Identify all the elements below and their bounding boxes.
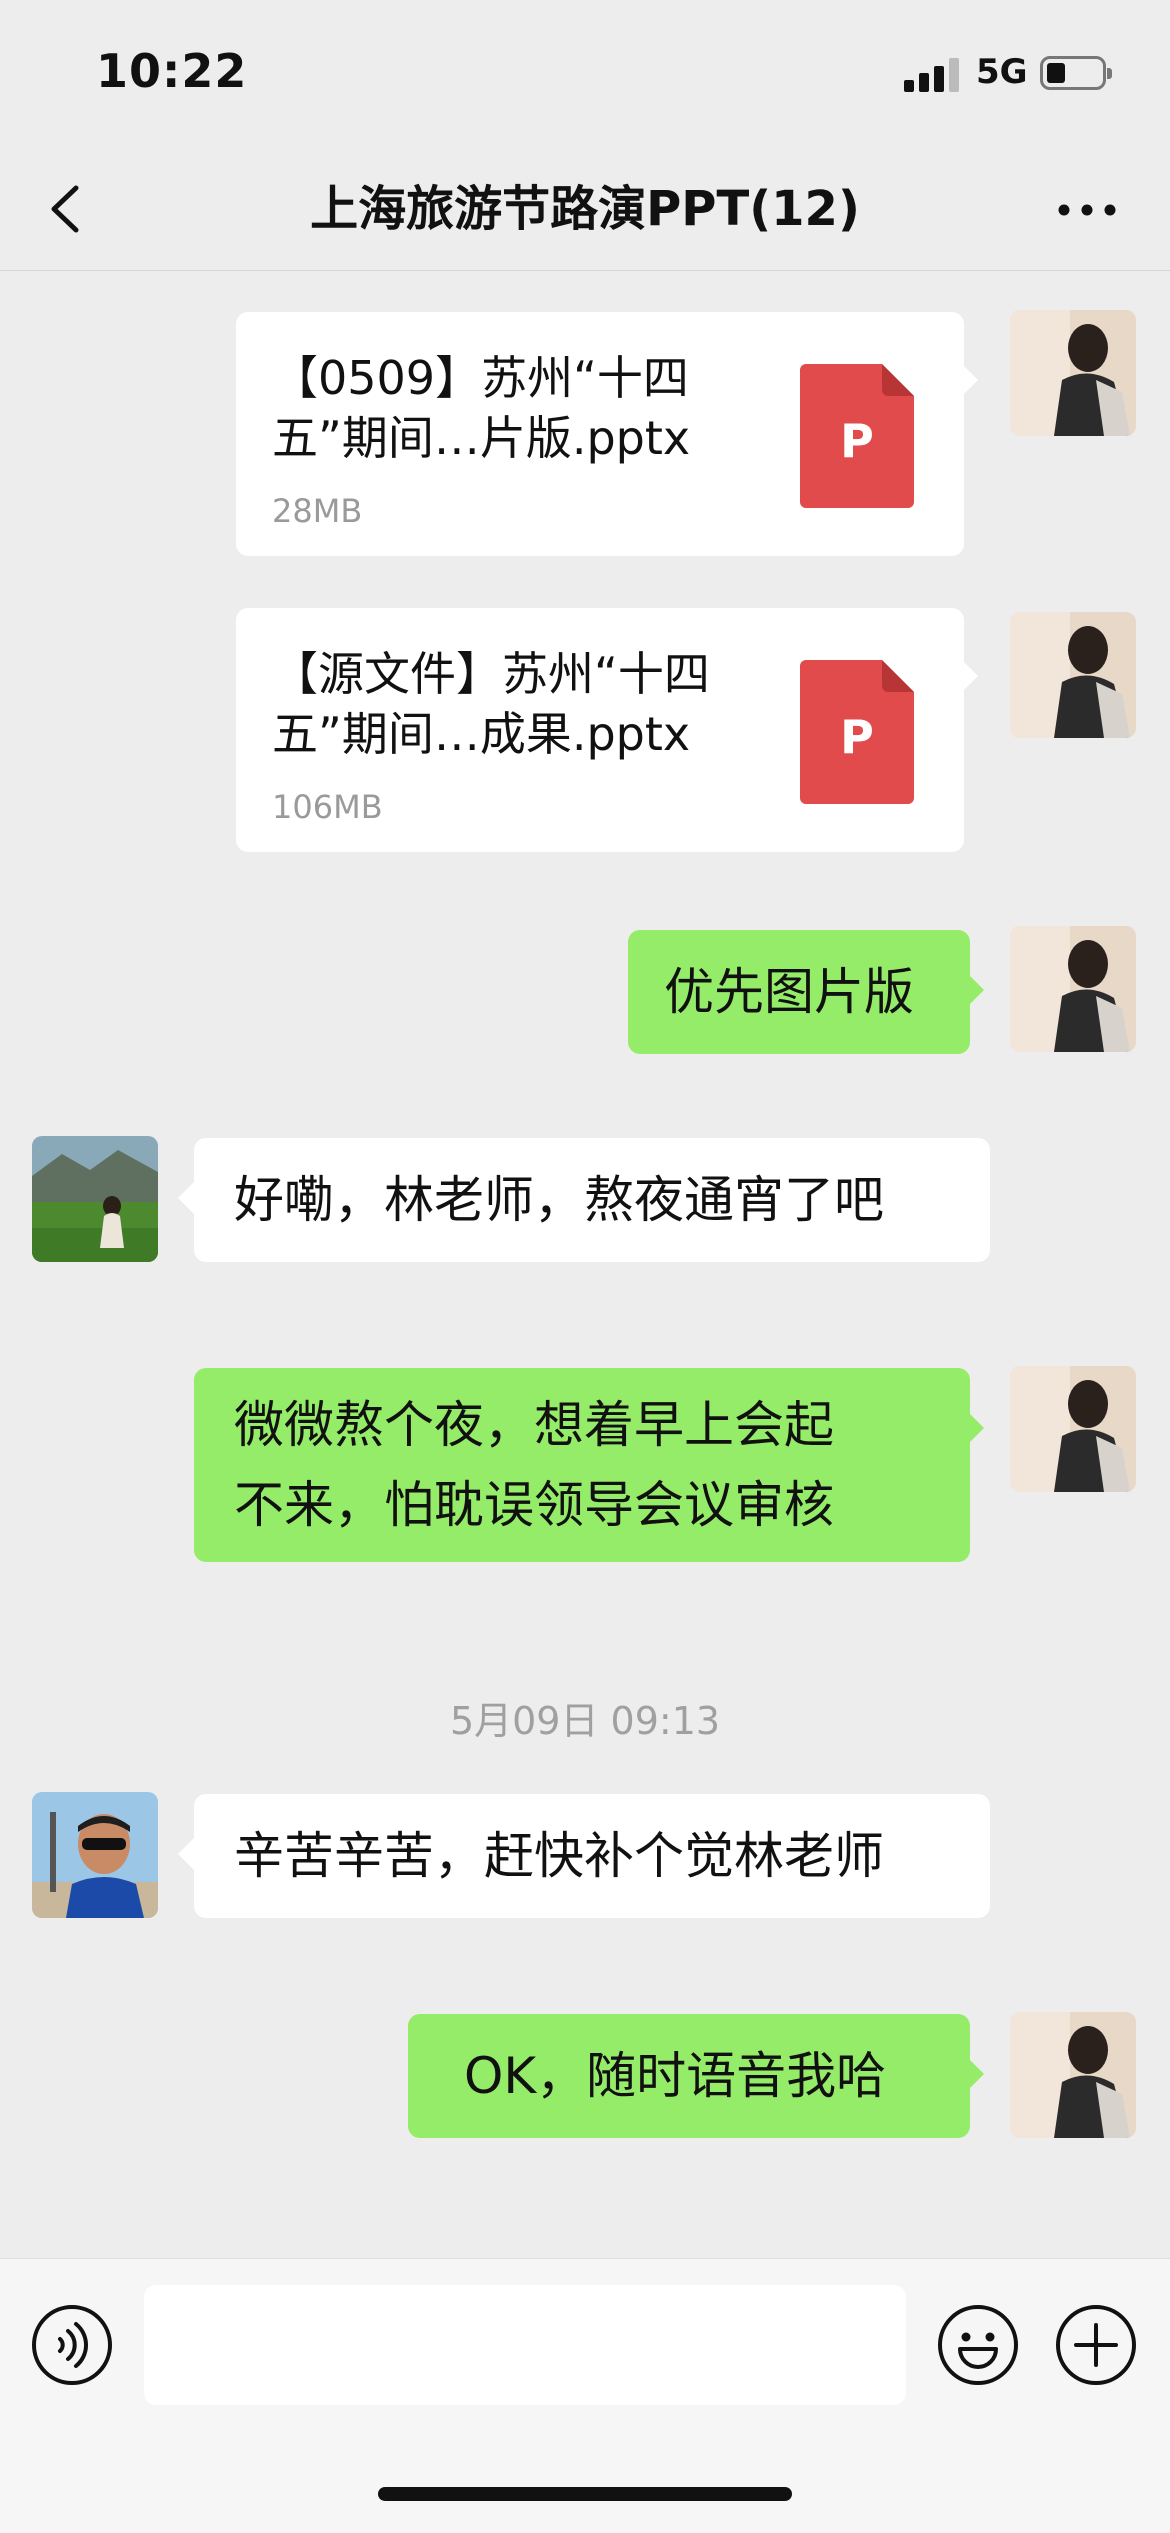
self-message[interactable]: 微微熬个夜，想着早上会起 不来，怕耽误领导会议审核 — [194, 1368, 984, 1562]
file-size: 28MB — [272, 492, 363, 530]
self-message[interactable]: 优先图片版 — [628, 930, 984, 1054]
status-time: 10:22 — [96, 44, 248, 98]
file-size: 106MB — [272, 788, 383, 826]
message-text: 辛苦辛苦，赶快补个觉林老师 — [234, 1827, 884, 1885]
contact-message[interactable]: 好嘞，林老师，熬夜通宵了吧 — [178, 1138, 990, 1262]
message-text: OK，随时语音我哈 — [464, 2047, 887, 2105]
file-message[interactable]: 【0509】苏州“十四 五”期间…片版.pptx 28MB P — [236, 312, 978, 556]
file-message[interactable]: 【源文件】苏州“十四 五”期间…成果.pptx 106MB P — [236, 608, 978, 852]
message-text-line: 微微熬个夜，想着早上会起 — [234, 1396, 834, 1454]
signal-strength-icon — [904, 58, 960, 92]
chat-title: 上海旅游节路演PPT(12) — [310, 181, 860, 237]
home-indicator — [378, 2487, 792, 2501]
contact-message[interactable]: 辛苦辛苦，赶快补个觉林老师 — [178, 1794, 990, 1918]
message-text: 好嘞，林老师，熬夜通宵了吧 — [234, 1171, 884, 1229]
file-name-line: 五”期间…成果.pptx — [272, 707, 691, 761]
emoji-icon[interactable] — [936, 2303, 1020, 2387]
input-bar — [0, 2258, 1170, 2533]
self-avatar[interactable] — [1010, 612, 1136, 738]
message-text-line: 不来，怕耽误领导会议审核 — [234, 1476, 834, 1534]
self-avatar[interactable] — [1010, 310, 1136, 436]
contact-avatar[interactable] — [32, 1792, 158, 1918]
voice-icon[interactable] — [30, 2303, 114, 2387]
file-name-line: 五”期间…片版.pptx — [272, 411, 691, 465]
self-message[interactable]: OK，随时语音我哈 — [408, 2014, 984, 2138]
chat-timestamp: 5月09日 09:13 — [449, 1699, 721, 1743]
file-type-label: P — [840, 414, 874, 468]
status-bar: 10:22 5G — [0, 0, 1170, 150]
self-avatar[interactable] — [1010, 926, 1136, 1052]
message-text: 优先图片版 — [664, 963, 914, 1021]
pptx-file-icon: P — [800, 364, 914, 508]
self-avatar[interactable] — [1010, 2012, 1136, 2138]
network-type: 5G — [976, 52, 1028, 92]
file-type-label: P — [840, 710, 874, 764]
file-name-line: 【0509】苏州“十四 — [272, 351, 689, 405]
battery-icon — [1040, 56, 1112, 90]
pptx-file-icon: P — [800, 660, 914, 804]
file-name-line: 【源文件】苏州“十四 — [272, 647, 710, 701]
more-dots-icon[interactable] — [1052, 180, 1122, 240]
nav-bar: 上海旅游节路演PPT(12) — [0, 150, 1170, 271]
plus-icon[interactable] — [1054, 2303, 1138, 2387]
chevron-left-icon[interactable] — [40, 174, 100, 244]
message-input[interactable] — [144, 2285, 906, 2405]
self-avatar[interactable] — [1010, 1366, 1136, 1492]
contact-avatar[interactable] — [32, 1136, 158, 1262]
